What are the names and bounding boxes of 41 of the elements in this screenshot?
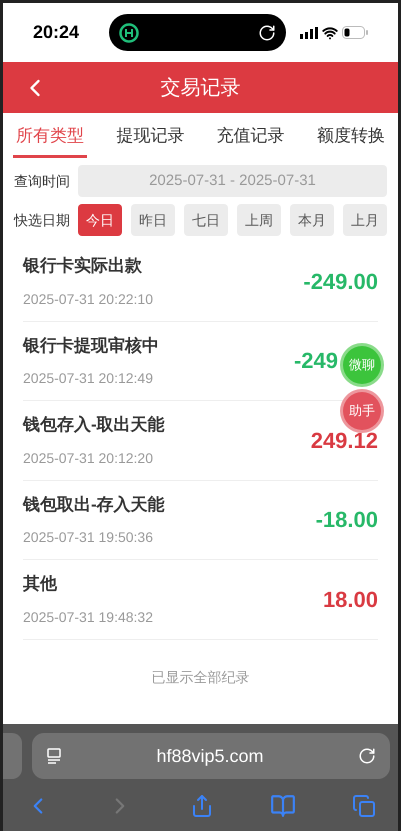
page-title: 交易记录 — [160, 76, 240, 100]
transaction-title: 其他 — [23, 573, 58, 595]
transaction-amount: -18.00 — [316, 506, 378, 534]
reload-icon[interactable] — [358, 747, 376, 765]
floating-chat-button[interactable]: 助手 — [340, 389, 384, 433]
address-bar[interactable]: hf88vip5.com — [32, 733, 390, 779]
tab[interactable]: 充值记录 — [214, 113, 288, 158]
transaction-time: 2025-07-31 19:50:36 — [23, 528, 154, 547]
transaction-title: 银行卡提现审核中 — [23, 334, 159, 356]
refresh-icon — [258, 24, 276, 42]
quick-date-chip[interactable]: 昨日 — [131, 204, 175, 236]
tab[interactable]: 提现记录 — [113, 113, 188, 158]
quick-date-chip[interactable]: 七日 — [184, 204, 228, 236]
query-label: 查询时间 — [14, 172, 70, 190]
tab[interactable]: 额度转换 — [314, 113, 388, 158]
transaction-title: 银行卡实际出款 — [23, 255, 143, 277]
quick-date-chip[interactable]: 上月 — [343, 204, 387, 236]
transaction-time: 2025-07-31 19:48:32 — [23, 608, 153, 626]
transaction-title: 钱包取出-存入天能 — [23, 494, 165, 516]
reader-icon[interactable] — [46, 748, 62, 764]
wifi-icon — [322, 24, 338, 40]
transaction-time: 2025-07-31 20:12:20 — [23, 448, 154, 468]
url-text: hf88vip5.com — [156, 744, 264, 768]
transaction-amount: -249 — [294, 347, 338, 376]
transaction-amount: -249.00 — [303, 268, 378, 296]
transaction-title: 钱包存入-取出天能 — [23, 414, 165, 436]
tab[interactable]: 所有类型 — [13, 113, 87, 158]
bookmarks-icon[interactable] — [270, 793, 296, 819]
transaction-time: 2025-07-31 20:12:49 — [23, 369, 154, 388]
end-of-list-note: 已显示全部纪录 — [152, 668, 250, 686]
transaction-amount: 18.00 — [322, 586, 378, 614]
quick-date-label: 快选日期 — [14, 210, 70, 230]
quick-date-chip[interactable]: 上周 — [237, 204, 281, 236]
battery-icon — [342, 26, 368, 39]
transaction-time: 2025-07-31 20:22:10 — [23, 290, 153, 308]
signal-icon — [300, 26, 318, 38]
previous-tab-pill[interactable] — [3, 733, 22, 779]
tabs-icon[interactable] — [352, 794, 376, 818]
quick-date-chip[interactable]: 今日 — [78, 204, 122, 236]
status-time: 20:24 — [33, 21, 80, 44]
quick-date-chip[interactable]: 本月 — [290, 204, 334, 236]
